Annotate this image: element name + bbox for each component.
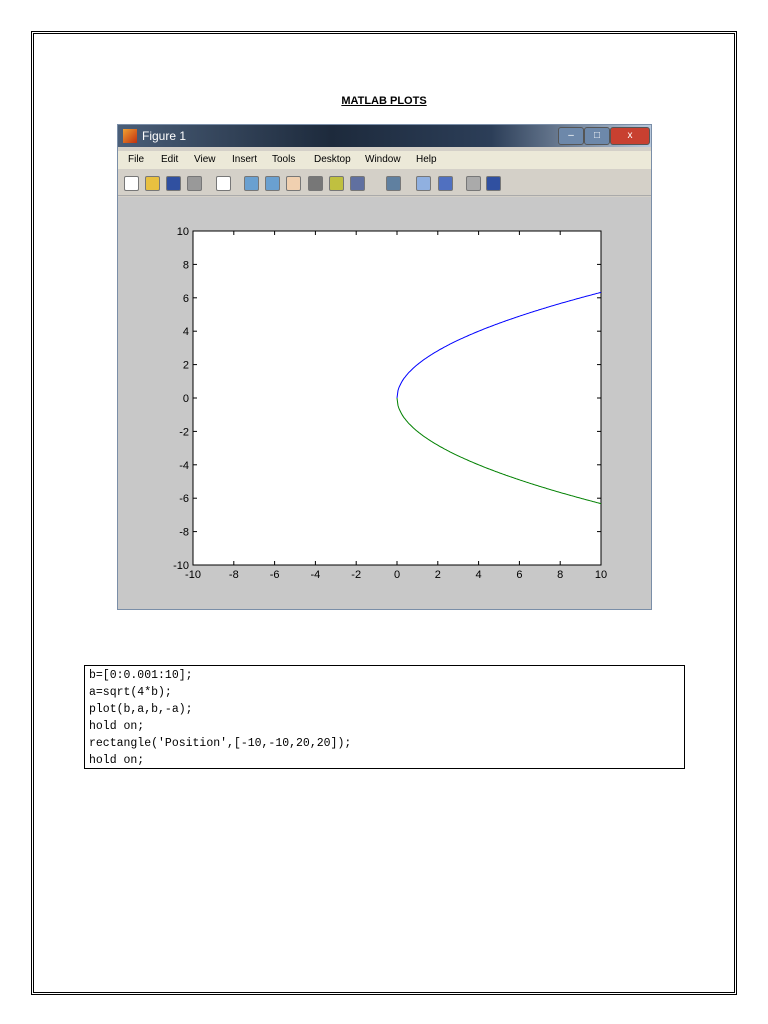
legend-icon[interactable]	[438, 176, 453, 191]
zoom-out-icon[interactable]	[265, 176, 280, 191]
code-line: hold on;	[89, 754, 145, 767]
hide-plot-tools-icon[interactable]	[466, 176, 481, 191]
pointer-icon[interactable]	[216, 176, 231, 191]
x-tick-label: 10	[595, 569, 607, 581]
y-tick-label: 10	[177, 226, 189, 238]
show-plot-tools-icon[interactable]	[486, 176, 501, 191]
close-button[interactable]: x	[610, 127, 650, 145]
menu-help[interactable]: Help	[416, 154, 437, 165]
print-icon[interactable]	[187, 176, 202, 191]
toolbar	[118, 171, 651, 196]
matlab-logo-icon	[123, 129, 137, 143]
menu-insert[interactable]: Insert	[232, 154, 257, 165]
y-tick-label: 2	[183, 360, 189, 372]
code-box: b=[0:0.001:10]; a=sqrt(4*b); plot(b,a,b,-a…	[84, 665, 685, 769]
plot: -10 -8 -6 -4 -2 0 2 4 6 8 10-10-8-6-4-20246810	[173, 226, 607, 581]
x-tick-label: 4	[476, 569, 482, 581]
code-line: rectangle('Position',[-10,-10,20,20]);	[89, 737, 352, 750]
y-tick-label: -4	[179, 460, 189, 472]
x-tick-label: -2	[351, 569, 361, 581]
x-tick-label: -8	[229, 569, 239, 581]
x-tick-label: 8	[557, 569, 563, 581]
y-tick-label: 8	[183, 259, 189, 271]
x-tick-label: -4	[311, 569, 321, 581]
title-bar[interactable]: Figure 1 – □ x	[118, 125, 651, 147]
window-title: Figure 1	[142, 129, 187, 143]
y-tick-label: 0	[183, 393, 189, 405]
x-tick-label: 0	[394, 569, 400, 581]
menu-edit[interactable]: Edit	[161, 154, 178, 165]
save-icon[interactable]	[166, 176, 181, 191]
pan-hand-icon[interactable]	[286, 176, 301, 191]
code-line: a=sqrt(4*b);	[89, 686, 172, 699]
y-tick-label: -2	[179, 426, 189, 438]
code-line: hold on;	[89, 720, 145, 733]
maximize-button[interactable]: □	[584, 127, 610, 145]
colorbar-icon[interactable]	[416, 176, 431, 191]
y-tick-label: -8	[179, 527, 189, 539]
x-tick-label: 2	[435, 569, 441, 581]
x-tick-label: -6	[270, 569, 280, 581]
y-tick-label: -10	[173, 560, 189, 572]
link-plot-icon[interactable]	[386, 176, 401, 191]
menu-desktop[interactable]: Desktop	[314, 154, 351, 165]
figure-area: -10 -8 -6 -4 -2 0 2 4 6 8 10 -10 -8 -6 -4 -2 0 2 4 6 8 10	[118, 197, 651, 609]
open-folder-icon[interactable]	[145, 176, 160, 191]
minimize-button[interactable]: –	[558, 127, 584, 145]
code-line: b=[0:0.001:10];	[89, 669, 193, 682]
brush-icon[interactable]	[350, 176, 365, 191]
zoom-in-icon[interactable]	[244, 176, 259, 191]
y-tick-label: 6	[183, 293, 189, 305]
y-tick-label: -6	[179, 493, 189, 505]
document-title: MATLAB PLOTS	[341, 95, 427, 107]
x-tick-label: 6	[516, 569, 522, 581]
data-cursor-icon[interactable]	[329, 176, 344, 191]
new-file-icon[interactable]	[124, 176, 139, 191]
menu-view[interactable]: View	[194, 154, 216, 165]
y-tick-label: 4	[183, 326, 189, 338]
code-line: plot(b,a,b,-a);	[89, 703, 193, 716]
menu-file[interactable]: File	[128, 154, 144, 165]
menu-bar: File Edit View Insert Tools Desktop Window Help	[118, 151, 651, 169]
figure-window: Figure 1 – □ x File Edit View Insert Tools De…	[117, 124, 652, 610]
menu-window[interactable]: Window	[365, 154, 401, 165]
rotate-3d-icon[interactable]	[308, 176, 323, 191]
menu-tools[interactable]: Tools	[272, 154, 295, 165]
